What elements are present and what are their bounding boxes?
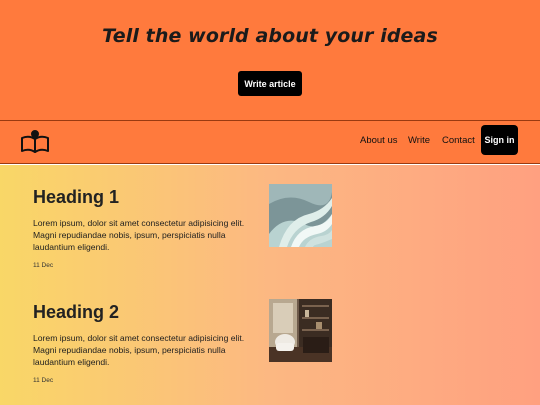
open-book-icon[interactable] [20,129,50,155]
article-excerpt: Lorem ipsum, dolor sit amet consectetur … [33,333,245,367]
article-thumbnail-interior-room[interactable] [269,299,332,362]
article-heading[interactable]: Heading 1 [33,187,119,208]
navbar: About us Write Contact Sign in [0,121,540,164]
article-thumbnail-abstract-waves[interactable] [269,184,332,247]
article-excerpt: Lorem ipsum, dolor sit amet consectetur … [33,218,245,252]
hero-banner: Tell the world about your ideas Write ar… [0,0,540,121]
sign-in-button[interactable]: Sign in [481,125,518,155]
article-date: 11 Dec [33,262,54,269]
nav-link-contact[interactable]: Contact [442,135,475,146]
nav-link-about-us[interactable]: About us [360,135,398,146]
article-card[interactable]: Heading 1 Lorem ipsum, dolor sit amet co… [0,165,540,275]
article-heading[interactable]: Heading 2 [33,302,119,323]
article-date: 11 Dec [33,377,54,384]
nav-link-write[interactable]: Write [408,135,430,146]
article-list: Heading 1 Lorem ipsum, dolor sit amet co… [0,165,540,405]
article-card[interactable]: Heading 2 Lorem ipsum, dolor sit amet co… [0,280,540,390]
write-article-button[interactable]: Write article [238,71,302,96]
hero-title: Tell the world about your ideas [102,25,438,47]
